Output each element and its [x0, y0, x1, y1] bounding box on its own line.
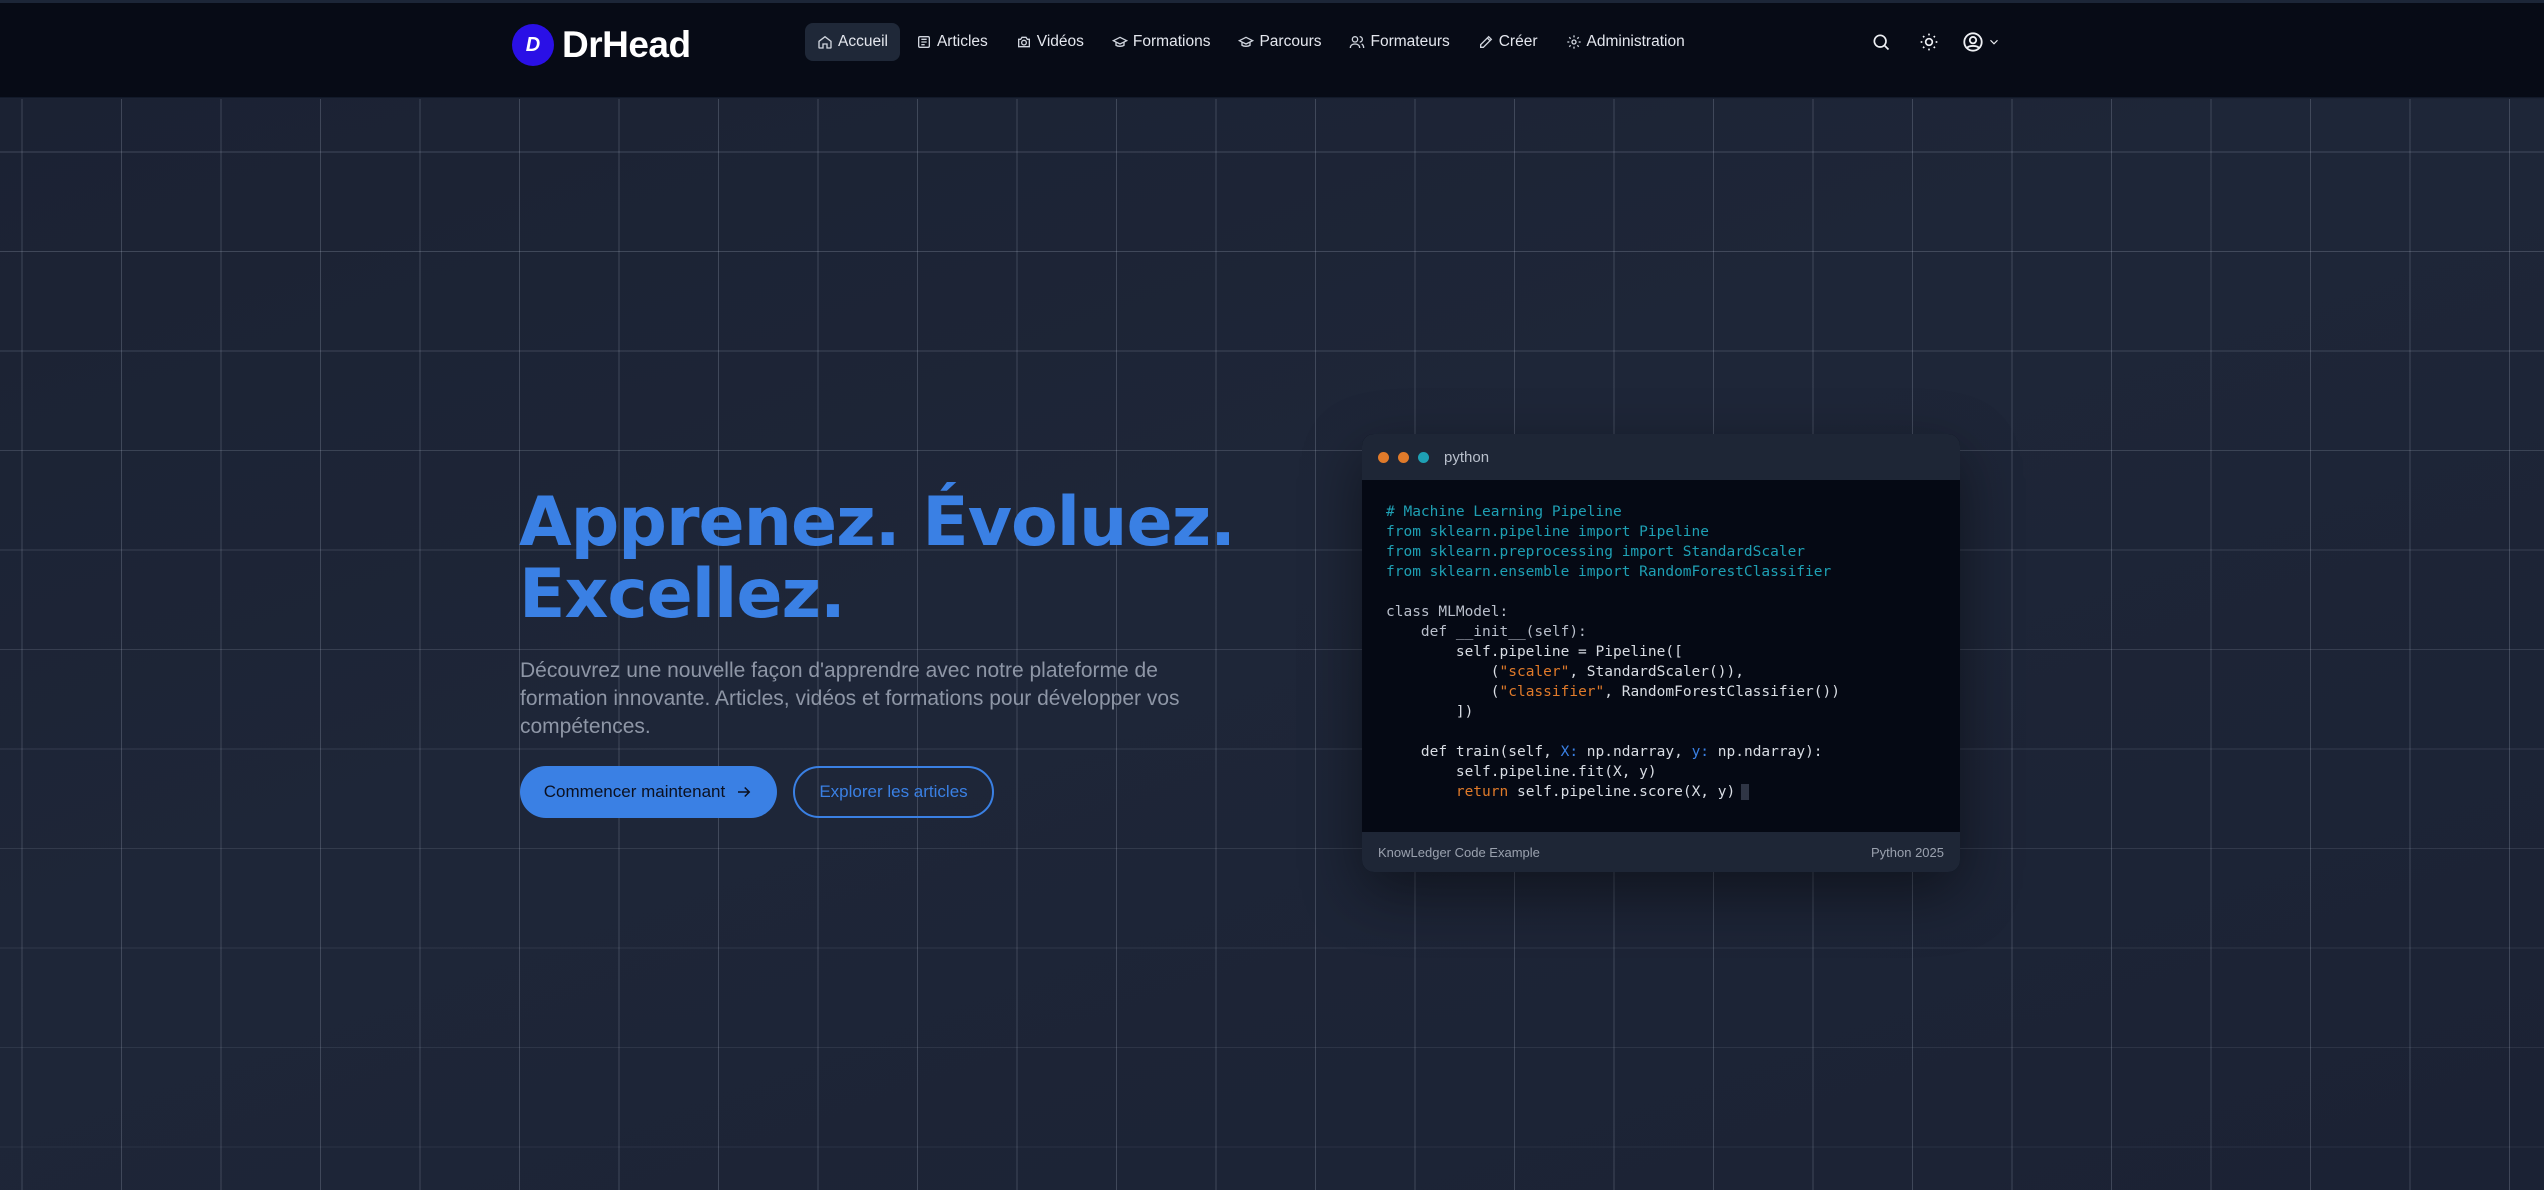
nav-item-label: Parcours	[1259, 33, 1322, 50]
code-footer-right: Python 2025	[1870, 844, 1944, 860]
nav-item-label: Administration	[1586, 33, 1685, 50]
nav-item-label: Formateurs	[1370, 33, 1450, 50]
navbar: D DrHead Accueil Articles Vidéos Formati…	[0, 3, 2544, 98]
window-dot-teal	[1418, 451, 1429, 463]
code-line: ("scaler", StandardScaler()),	[1386, 664, 1744, 680]
hero-subtitle: Découvrez une nouvelle façon d'apprendre…	[520, 659, 1180, 738]
nav-item-articles[interactable]: Articles	[904, 23, 1000, 61]
background-grid	[0, 99, 2544, 1190]
graduation-cap-icon	[1238, 36, 1255, 47]
nav-item-formateurs[interactable]: Formateurs	[1337, 23, 1461, 61]
code-line: ])	[1386, 704, 1474, 720]
window-dot-orange	[1378, 451, 1389, 463]
code-line: def train(self, X: np.ndarray, y: np.nda…	[1386, 744, 1823, 760]
logo-badge: D	[512, 24, 554, 66]
sun-icon	[1920, 33, 1938, 51]
code-line: class MLModel:	[1386, 604, 1509, 620]
brand-logo[interactable]: D DrHead	[512, 23, 691, 67]
nav-item-videos[interactable]: Vidéos	[1004, 23, 1096, 61]
nav-item-label: Articles	[936, 33, 988, 50]
code-line: from sklearn.pipeline import Pipeline	[1386, 524, 1710, 540]
nav-item-label: Formations	[1132, 33, 1211, 50]
nav-item-administration[interactable]: Administration	[1554, 23, 1697, 61]
code-line: from sklearn.preprocessing import Standa…	[1386, 544, 1806, 560]
window-dot-orange	[1398, 451, 1409, 463]
nav-actions	[1862, 23, 2005, 61]
arrow-right-icon	[738, 786, 751, 798]
start-now-label: Commencer maintenant	[543, 782, 726, 801]
code-card-footer: KnowLedger Code Example Python 2025	[1362, 832, 1960, 872]
gear-icon	[1566, 35, 1581, 49]
nav-item-label: Accueil	[838, 33, 888, 50]
code-line: return self.pipeline.score(X, y)	[1455, 784, 1736, 800]
code-line: from sklearn.ensemble import RandomFores…	[1386, 564, 1832, 580]
nav-item-creer[interactable]: Créer	[1466, 23, 1550, 61]
user-menu-button[interactable]	[1958, 23, 2005, 61]
newspaper-icon	[917, 36, 930, 48]
user-circle-icon	[1963, 32, 1983, 52]
code-line: ("classifier", RandomForestClassifier())	[1386, 684, 1840, 700]
text-cursor	[1741, 784, 1750, 800]
code-line: # Machine Learning Pipeline	[1386, 504, 1622, 520]
headline-line-2: Excellez.	[519, 555, 846, 634]
edit-icon	[1479, 35, 1493, 48]
explore-articles-button[interactable]: Explorer les articles	[793, 766, 994, 818]
theme-toggle-button[interactable]	[1910, 23, 1948, 61]
users-icon	[1350, 36, 1365, 49]
code-line: self.pipeline.fit(X, y)	[1386, 764, 1657, 780]
hero-section: Apprenez. Évoluez. Excellez. Découvrez u…	[0, 99, 2544, 1190]
nav-item-label: Vidéos	[1036, 33, 1084, 50]
nav-item-label: Créer	[1498, 33, 1538, 50]
hero-headline: Apprenez. Évoluez. Excellez.	[519, 487, 1279, 631]
code-language: python	[1444, 448, 1490, 466]
headline-line-1: Apprenez. Évoluez.	[519, 483, 1236, 562]
main-nav: Accueil Articles Vidéos Formations Parco…	[805, 23, 1701, 61]
code-line: self.pipeline = Pipeline([	[1386, 644, 1683, 660]
nav-item-formations[interactable]: Formations	[1100, 23, 1223, 61]
home-icon	[818, 35, 832, 49]
search-icon	[1873, 34, 1890, 51]
brand-name: DrHead	[562, 24, 691, 65]
code-block: # Machine Learning Pipeline from sklearn…	[1362, 480, 1960, 832]
camera-icon	[1017, 36, 1030, 48]
nav-item-parcours[interactable]: Parcours	[1226, 23, 1333, 61]
start-now-button[interactable]: Commencer maintenant	[520, 766, 777, 818]
chevron-down-icon	[1990, 39, 1998, 45]
code-footer-left: KnowLedger Code Example	[1378, 844, 1540, 860]
code-line: def __init__(self):	[1386, 624, 1587, 640]
nav-item-accueil[interactable]: Accueil	[805, 23, 900, 61]
code-example-card: python # Machine Learning Pipeline from …	[1362, 434, 1960, 872]
graduation-cap-icon	[1111, 36, 1128, 47]
explore-articles-label: Explorer les articles	[819, 782, 968, 801]
search-button[interactable]	[1862, 23, 1900, 61]
code-card-header: python	[1362, 434, 1960, 480]
